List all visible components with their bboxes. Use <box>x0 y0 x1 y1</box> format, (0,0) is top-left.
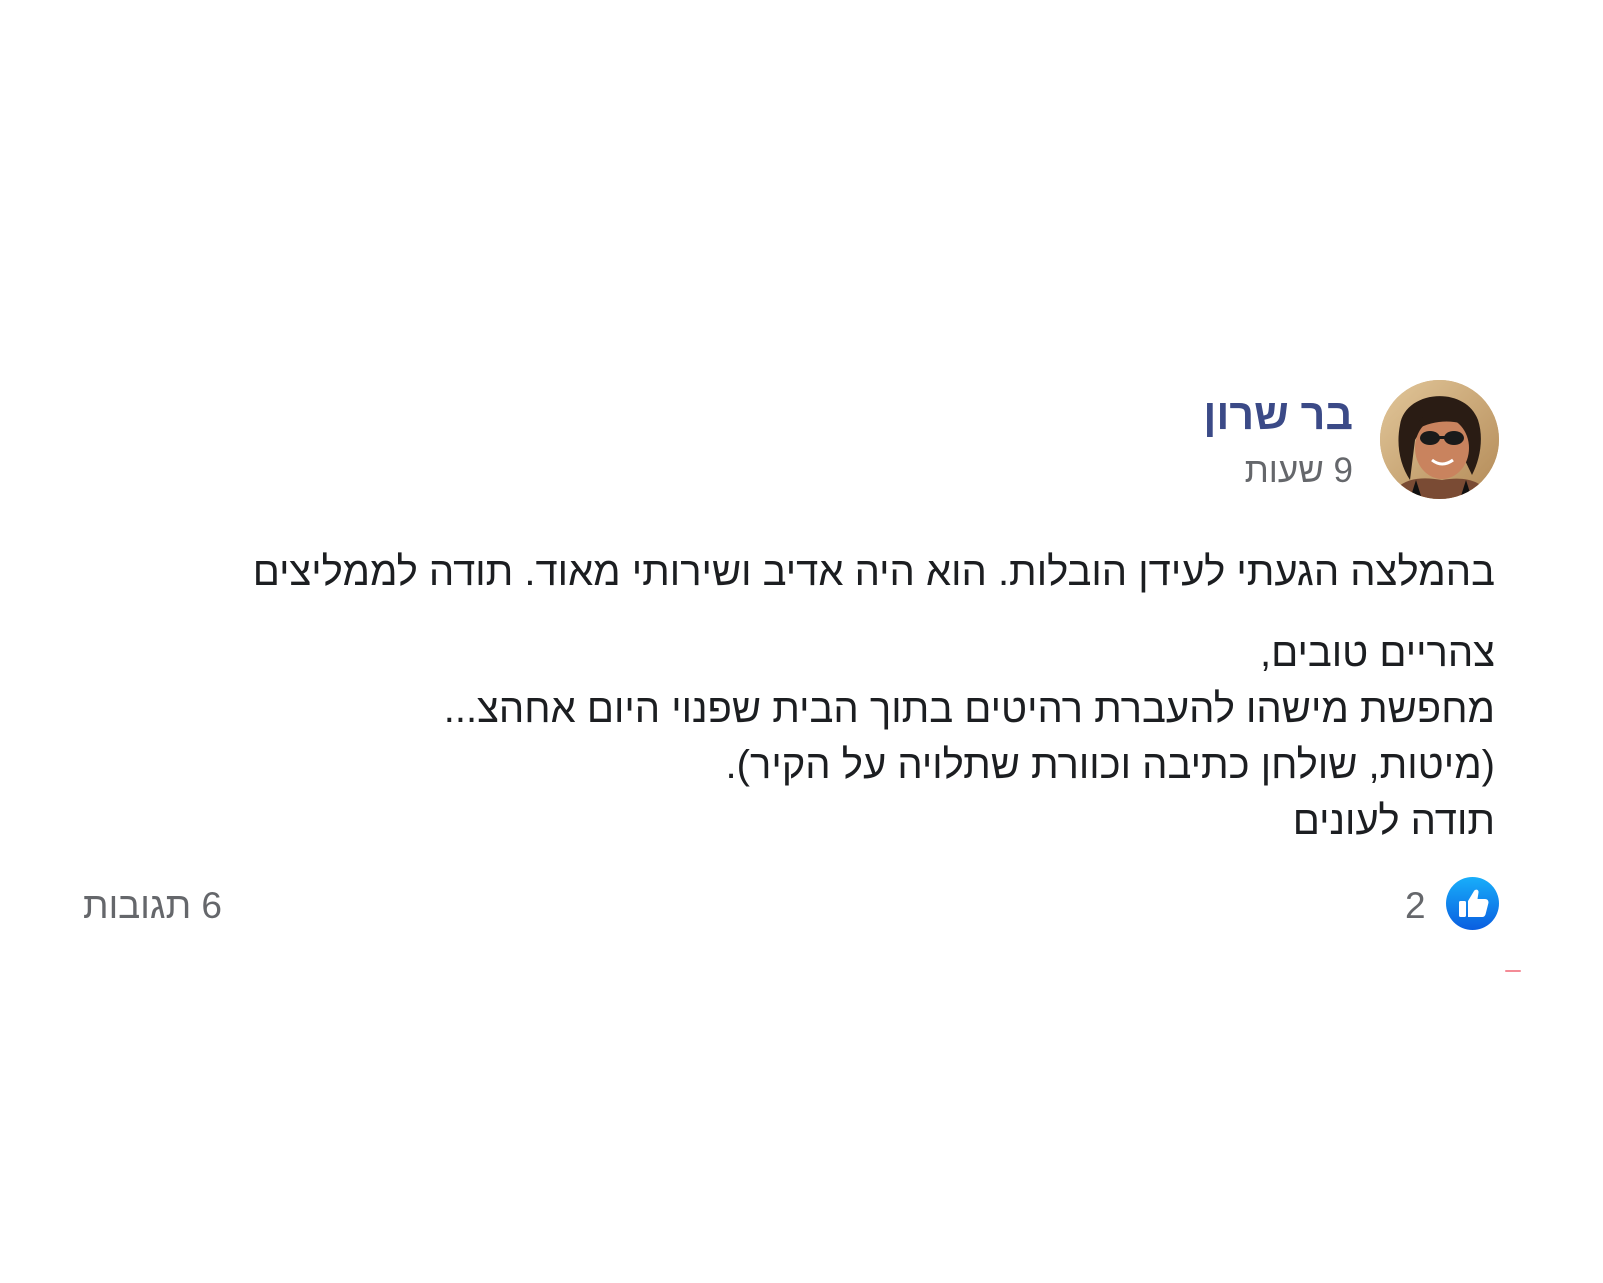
thumbs-up-icon[interactable] <box>1446 877 1499 930</box>
post-body-line: צהריים טובים, <box>1260 631 1495 675</box>
post-body-line: (מיטות, שולחן כתיבה וכוורת שתלויה על הקי… <box>725 743 1495 787</box>
post-body-line: תודה לעונים <box>1292 799 1495 843</box>
comments-count[interactable]: 6 תגובות <box>83 885 222 927</box>
decorative-mark <box>1505 970 1521 972</box>
author-avatar[interactable] <box>1380 380 1499 499</box>
recommendation-text: בהמלצה הגעתי לעידן הובלות. הוא היה אדיב … <box>252 550 1495 594</box>
post-timestamp[interactable]: 9 שעות <box>1245 451 1353 491</box>
post-body: צהריים טובים, מחפשת מישהו להעברת רהיטים … <box>444 625 1495 849</box>
facebook-post: בר שרון 9 שעות בהמלצה הגעתי לעידן הובלות… <box>0 0 1603 1283</box>
post-body-line: מחפשת מישהו להעברת רהיטים בתוך הבית שפנו… <box>443 687 1495 731</box>
profile-photo-icon <box>1380 380 1499 499</box>
author-name[interactable]: בר שרון <box>1203 391 1353 439</box>
reaction-count[interactable]: 2 <box>1405 885 1426 927</box>
